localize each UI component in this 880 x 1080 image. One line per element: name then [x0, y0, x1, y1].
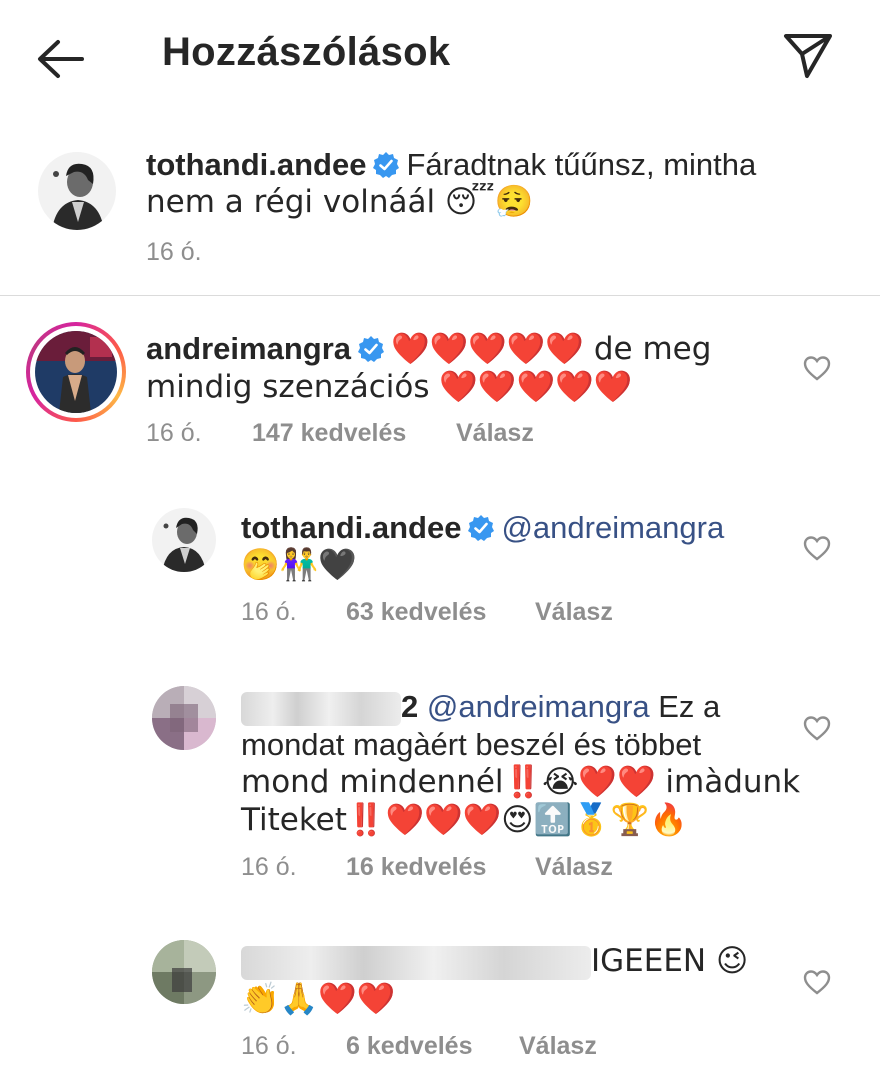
caption-meta: 16 ó.: [146, 238, 202, 267]
like-button[interactable]: [802, 353, 832, 383]
avatar: [35, 331, 117, 413]
avatar[interactable]: [38, 152, 116, 230]
timestamp: 16 ó.: [241, 598, 297, 626]
mention-link[interactable]: @andreimangra: [501, 510, 724, 545]
reply-button[interactable]: Válasz: [535, 853, 613, 882]
verified-badge-icon: [357, 334, 385, 362]
reply-line1-rest: Ez a: [649, 689, 721, 724]
like-button[interactable]: [802, 533, 832, 563]
username[interactable]: tothandi.andee: [146, 147, 366, 182]
timestamp: 16 ó.: [146, 238, 202, 266]
arrow-left-icon: [38, 40, 84, 78]
heart-outline-icon: [803, 716, 831, 741]
reply-line4: Titeket‼️❤️❤️❤️😍🔝🥇🏆🔥: [241, 801, 689, 838]
paper-plane-icon: [784, 34, 832, 78]
reply-button[interactable]: Válasz: [535, 598, 613, 627]
story-ring[interactable]: [26, 322, 126, 422]
verified-badge-icon: [467, 513, 495, 541]
reply-text: tothandi.andee @andreimangra 🤭👫🖤: [241, 509, 801, 584]
reply-button[interactable]: Válasz: [456, 419, 534, 448]
comment-line2: mindig szenzációs ❤️❤️❤️❤️❤️: [146, 369, 633, 405]
caption-line2: nem a régi volnáál 😴😮‍💨: [146, 184, 534, 220]
timestamp: 16 ó.: [146, 419, 202, 447]
like-count[interactable]: 147 kedvelés: [252, 419, 406, 448]
comment-line1: ❤️❤️❤️❤️❤️ de meg: [391, 331, 712, 367]
avatar[interactable]: [152, 940, 216, 1004]
top-bar: Hozzászólások: [0, 0, 880, 110]
caption-text: tothandi.andee Fáradtnak tűűnsz, mintha n…: [146, 146, 846, 221]
like-count[interactable]: 63 kedvelés: [346, 598, 486, 627]
heart-outline-icon: [803, 356, 831, 381]
mention-link[interactable]: @andreimangra: [427, 689, 650, 724]
verified-badge-icon: [372, 150, 400, 178]
avatar[interactable]: [152, 686, 216, 750]
heart-outline-icon: [803, 536, 831, 561]
reply-meta: 16 ó. 16 kedvelés Válasz: [241, 853, 613, 882]
timestamp: 16 ó.: [241, 853, 297, 881]
reply-line2: 👏🙏❤️❤️: [241, 981, 396, 1017]
comment-text: andreimangra ❤️❤️❤️❤️❤️ de meg mindig sze…: [146, 330, 786, 406]
page-title: Hozzászólások: [162, 30, 451, 74]
reply-meta: 16 ó. 63 kedvelés Válasz: [241, 598, 613, 627]
reply-button[interactable]: Válasz: [519, 1032, 597, 1061]
reply-line2: 🤭👫🖤: [241, 547, 357, 583]
username[interactable]: andreimangra: [146, 331, 351, 366]
back-button[interactable]: [30, 28, 94, 88]
reply-text: IGEEEN 😉 👏🙏❤️❤️: [241, 942, 801, 1018]
reply-line1-visible: IGEEEN 😉: [591, 943, 749, 979]
divider: [0, 295, 880, 296]
reply-line3: mond mindennél‼️😭❤️❤️ imàdunk: [241, 763, 801, 800]
like-count[interactable]: 16 kedvelés: [346, 853, 486, 882]
share-button[interactable]: [780, 26, 836, 82]
comment-meta: 16 ó. 147 kedvelés Válasz: [146, 419, 534, 448]
username-fragment[interactable]: 2: [401, 689, 418, 724]
reply-text: 2 @andreimangra Ez a mondat magàért besz…: [241, 688, 801, 839]
like-count[interactable]: 6 kedvelés: [346, 1032, 473, 1061]
reply-meta: 16 ó. 6 kedvelés Válasz: [241, 1032, 597, 1061]
caption-line1: Fáradtnak tűűnsz, mintha: [406, 147, 757, 182]
blurred-text: [241, 945, 591, 980]
avatar[interactable]: [152, 508, 216, 572]
blurred-username: [241, 691, 401, 726]
username[interactable]: tothandi.andee: [241, 510, 461, 545]
heart-outline-icon: [803, 970, 831, 995]
like-button[interactable]: [802, 713, 832, 743]
like-button[interactable]: [802, 967, 832, 997]
timestamp: 16 ó.: [241, 1032, 297, 1060]
reply-line2: mondat magàért beszél és többet: [241, 726, 702, 762]
